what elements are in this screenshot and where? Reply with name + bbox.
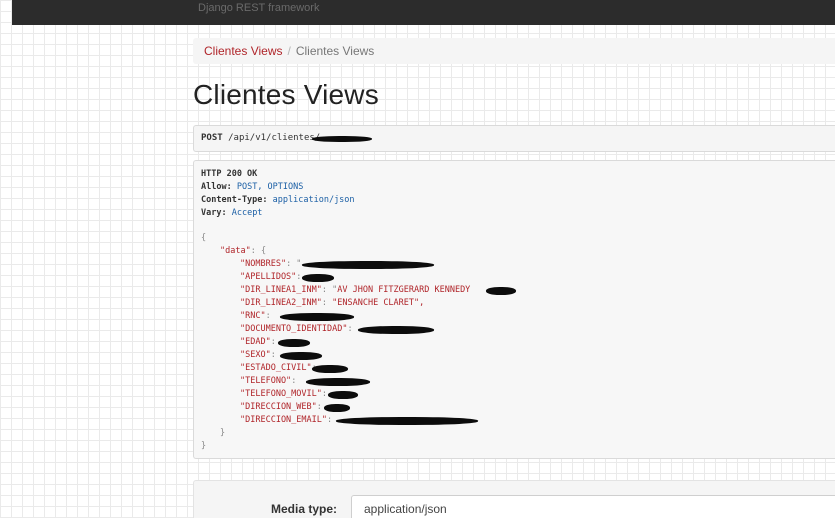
json-field-key: "TELEFONO" bbox=[240, 376, 292, 386]
breadcrumb-link[interactable]: Clientes Views bbox=[204, 44, 282, 58]
header-allow: Allow: POST, OPTIONS bbox=[201, 182, 304, 192]
json-field-key: "RNC" bbox=[240, 311, 266, 321]
redacted-value bbox=[358, 326, 434, 334]
json-field-row: "RNC": bbox=[240, 311, 271, 321]
json-open-brace: { bbox=[201, 233, 207, 243]
page-title: Clientes Views bbox=[193, 79, 379, 110]
media-type-panel: Media type: bbox=[193, 480, 835, 518]
media-type-input[interactable] bbox=[351, 495, 835, 518]
json-field-key: "NOMBRES" bbox=[240, 259, 287, 269]
json-data-key: "data": { bbox=[220, 246, 267, 256]
redacted-value bbox=[278, 339, 310, 347]
response-status: HTTP 200 OK bbox=[201, 169, 258, 179]
json-field-row: "DIR_LINEA1_INM": "AV JHON FITZGERARD KE… bbox=[240, 285, 470, 295]
brand-text[interactable]: Django REST framework bbox=[198, 2, 319, 14]
json-field-separator: : bbox=[291, 376, 297, 386]
json-field-separator: : " bbox=[286, 259, 302, 269]
json-field-separator: : bbox=[316, 402, 322, 412]
json-field-row: "NOMBRES": " bbox=[240, 259, 301, 269]
json-field-row: "DIRECCION_EMAIL": bbox=[240, 415, 332, 425]
redacted-value bbox=[336, 417, 478, 425]
redacted-value bbox=[302, 274, 334, 282]
json-field-row: "DIRECCION_WEB": bbox=[240, 402, 322, 412]
json-field-separator: : bbox=[321, 389, 328, 399]
request-path: /api/v1/clientes/ bbox=[228, 133, 321, 143]
json-field-value: "ENSANCHE CLARET", bbox=[332, 298, 425, 308]
json-field-row: "EDAD": bbox=[240, 337, 276, 347]
request-info: POST /api/v1/clientes/ bbox=[193, 125, 835, 152]
redacted-value bbox=[312, 365, 348, 373]
json-data-close: } bbox=[220, 428, 226, 438]
json-field-key: "DIR_LINEA1_INM" bbox=[240, 285, 322, 295]
breadcrumb-current: Clientes Views bbox=[295, 44, 375, 58]
json-field-key: "DIRECCION_EMAIL" bbox=[240, 415, 327, 425]
response-panel: HTTP 200 OK Allow: POST, OPTIONS Content… bbox=[193, 160, 835, 459]
top-navbar: Django REST framework bbox=[12, 0, 835, 25]
header-vary: Vary: Accept bbox=[201, 208, 263, 218]
redacted-value bbox=[324, 404, 350, 412]
json-field-row: "DOCUMENTO_IDENTIDAD": bbox=[240, 324, 353, 334]
redacted-value bbox=[302, 261, 434, 269]
json-field-separator: : bbox=[347, 324, 353, 334]
redacted-value bbox=[328, 391, 358, 399]
redacted-path-segment bbox=[312, 136, 372, 142]
json-field-separator: : bbox=[265, 311, 271, 321]
json-field-key: "TELEFONO_MOVIL" bbox=[240, 389, 322, 399]
json-field-separator: : bbox=[270, 350, 276, 360]
json-field-separator: : bbox=[321, 298, 333, 308]
breadcrumb: Clientes Views / Clientes Views bbox=[193, 38, 835, 64]
json-field-key: "DIR_LINEA2_INM" bbox=[240, 298, 322, 308]
json-field-separator: : bbox=[296, 272, 302, 282]
json-field-key: "ESTADO_CIVIL" bbox=[240, 363, 312, 373]
json-close-brace: } bbox=[201, 441, 207, 451]
json-field-row: "SEXO": bbox=[240, 350, 276, 360]
redacted-value bbox=[486, 287, 516, 295]
json-field-key: "DIRECCION_WEB" bbox=[240, 402, 317, 412]
media-type-label: Media type: bbox=[271, 502, 338, 516]
redacted-value bbox=[280, 352, 322, 360]
json-field-separator: : " bbox=[321, 285, 338, 295]
json-field-row: "ESTADO_CIVIL": bbox=[240, 363, 317, 373]
json-field-key: "EDAD" bbox=[240, 337, 271, 347]
request-method: POST bbox=[201, 133, 223, 143]
json-field-value: AV JHON FITZGERARD KENNEDY bbox=[337, 285, 471, 295]
json-field-key: "SEXO" bbox=[240, 350, 271, 360]
header-content-type: Content-Type: application/json bbox=[201, 195, 355, 205]
json-field-row: "TELEFONO": bbox=[240, 376, 296, 386]
breadcrumb-separator: / bbox=[287, 44, 291, 58]
json-field-separator: : bbox=[270, 337, 276, 347]
json-field-row: "DIR_LINEA2_INM": "ENSANCHE CLARET", bbox=[240, 298, 424, 308]
json-field-key: "DOCUMENTO_IDENTIDAD" bbox=[240, 324, 348, 334]
json-field-separator: : bbox=[327, 415, 333, 425]
json-field-row: "TELEFONO_MOVIL": bbox=[240, 389, 327, 399]
json-field-row: "APELLIDOS": bbox=[240, 272, 301, 282]
redacted-value bbox=[306, 378, 370, 386]
json-field-key: "APELLIDOS" bbox=[240, 272, 297, 282]
redacted-value bbox=[280, 313, 354, 321]
